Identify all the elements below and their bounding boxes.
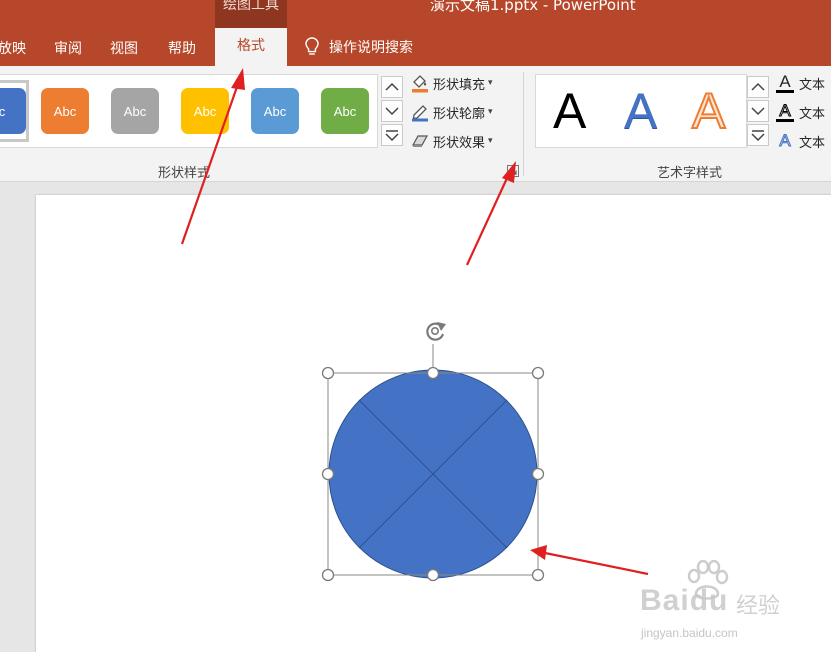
shape-outline-label: 形状轮廓: [433, 106, 486, 122]
tell-me-label: 操作说明搜索: [329, 40, 413, 56]
resize-handle-left[interactable]: [321, 467, 335, 481]
wordart-sample-orange-outline[interactable]: A: [691, 77, 726, 145]
text-effects-label: 文本: [799, 135, 826, 151]
wordart-sample-blue[interactable]: A: [624, 77, 657, 145]
tile-label: Abc: [193, 103, 217, 119]
selected-circle-shape[interactable]: [328, 369, 538, 579]
shape-outline-button[interactable]: 形状轮廓 ▾: [410, 101, 493, 123]
pencil-icon: [410, 102, 430, 122]
shape-effects-button[interactable]: 形状效果 ▾: [410, 130, 493, 152]
shape-effects-icon: [410, 131, 430, 151]
chevron-up-icon: [751, 82, 765, 91]
shape-style-tile[interactable]: Abc: [41, 88, 89, 134]
tab-review[interactable]: 审阅: [54, 38, 82, 58]
shape-effects-label: 形状效果: [433, 135, 486, 151]
window-title: 演示文稿1.pptx - PowerPoint: [430, 0, 636, 14]
wordart-scroll-up-button[interactable]: [747, 76, 769, 98]
tab-view[interactable]: 视图: [110, 38, 138, 58]
ribbon: c Abc Abc Abc Abc Abc 形状填充 ▾ 形状轮廓 ▾ 形状效果…: [0, 66, 831, 182]
group-separator: [523, 72, 524, 176]
text-outline-button[interactable]: A 文本: [776, 101, 825, 123]
wordart-sample-black[interactable]: A: [553, 77, 586, 145]
dropdown-caret-icon: ▾: [488, 78, 493, 88]
tab-help[interactable]: 帮助: [168, 38, 196, 58]
chevron-up-icon: [385, 82, 399, 91]
dropdown-caret-icon: ▾: [488, 107, 493, 117]
text-fill-button[interactable]: A 文本: [776, 72, 825, 94]
resize-handle-bottom-right[interactable]: [531, 568, 545, 582]
tile-label: Abc: [333, 103, 357, 119]
gallery-more-button[interactable]: [381, 124, 403, 146]
resize-handle-bottom[interactable]: [426, 568, 440, 582]
text-effects-icon: A: [779, 131, 791, 151]
expand-gallery-icon: [751, 130, 765, 141]
gallery-scroll-up-button[interactable]: [381, 76, 403, 98]
group-label-shape-styles: 形状样式: [158, 166, 211, 181]
shape-fill-label: 形状填充: [433, 77, 486, 93]
lightbulb-icon: [305, 37, 319, 55]
text-fill-icon: A: [776, 73, 794, 93]
text-outline-label: 文本: [799, 106, 826, 122]
tile-label: Abc: [123, 103, 147, 119]
resize-handle-top[interactable]: [426, 366, 440, 380]
tile-label: c: [0, 103, 6, 119]
tab-slideshow[interactable]: 放映: [0, 38, 26, 58]
drawing-tools-context-group: 绘图工具: [215, 0, 287, 28]
shape-style-tile[interactable]: c: [0, 88, 26, 134]
resize-handle-top-right[interactable]: [531, 366, 545, 380]
shape-fill-button[interactable]: 形状填充 ▾: [410, 72, 493, 94]
shape-style-tile[interactable]: Abc: [181, 88, 229, 134]
text-outline-icon: A: [776, 102, 794, 122]
paint-bucket-icon: [410, 73, 430, 93]
wordart-scroll-down-button[interactable]: [747, 100, 769, 122]
chevron-down-icon: [751, 107, 765, 116]
wordart-style-gallery: A A A: [535, 74, 747, 148]
tab-format[interactable]: 格式: [215, 28, 287, 66]
tile-label: Abc: [53, 103, 77, 119]
shape-style-tile[interactable]: Abc: [111, 88, 159, 134]
title-bar: 绘图工具 演示文稿1.pptx - PowerPoint 放映 审阅 视图 帮助…: [0, 0, 831, 66]
expand-gallery-icon: [385, 130, 399, 141]
resize-handle-bottom-left[interactable]: [321, 568, 335, 582]
wordart-more-button[interactable]: [747, 124, 769, 146]
group-label-wordart-styles: 艺术字样式: [657, 166, 723, 181]
gallery-scroll-down-button[interactable]: [381, 100, 403, 122]
shape-style-tile[interactable]: Abc: [251, 88, 299, 134]
shape-style-gallery: c Abc Abc Abc Abc Abc: [0, 74, 378, 148]
tile-label: Abc: [263, 103, 287, 119]
shape-style-tile[interactable]: Abc: [321, 88, 369, 134]
dropdown-caret-icon: ▾: [488, 136, 493, 146]
resize-handle-right[interactable]: [531, 467, 545, 481]
tell-me-search[interactable]: 操作说明搜索: [305, 34, 413, 60]
text-fill-label: 文本: [799, 77, 826, 93]
context-group-label: 绘图工具: [223, 0, 279, 13]
text-effects-button[interactable]: A 文本: [776, 130, 825, 152]
resize-handle-top-left[interactable]: [321, 366, 335, 380]
chevron-down-icon: [385, 107, 399, 116]
dialog-launcher-icon[interactable]: [507, 165, 519, 177]
